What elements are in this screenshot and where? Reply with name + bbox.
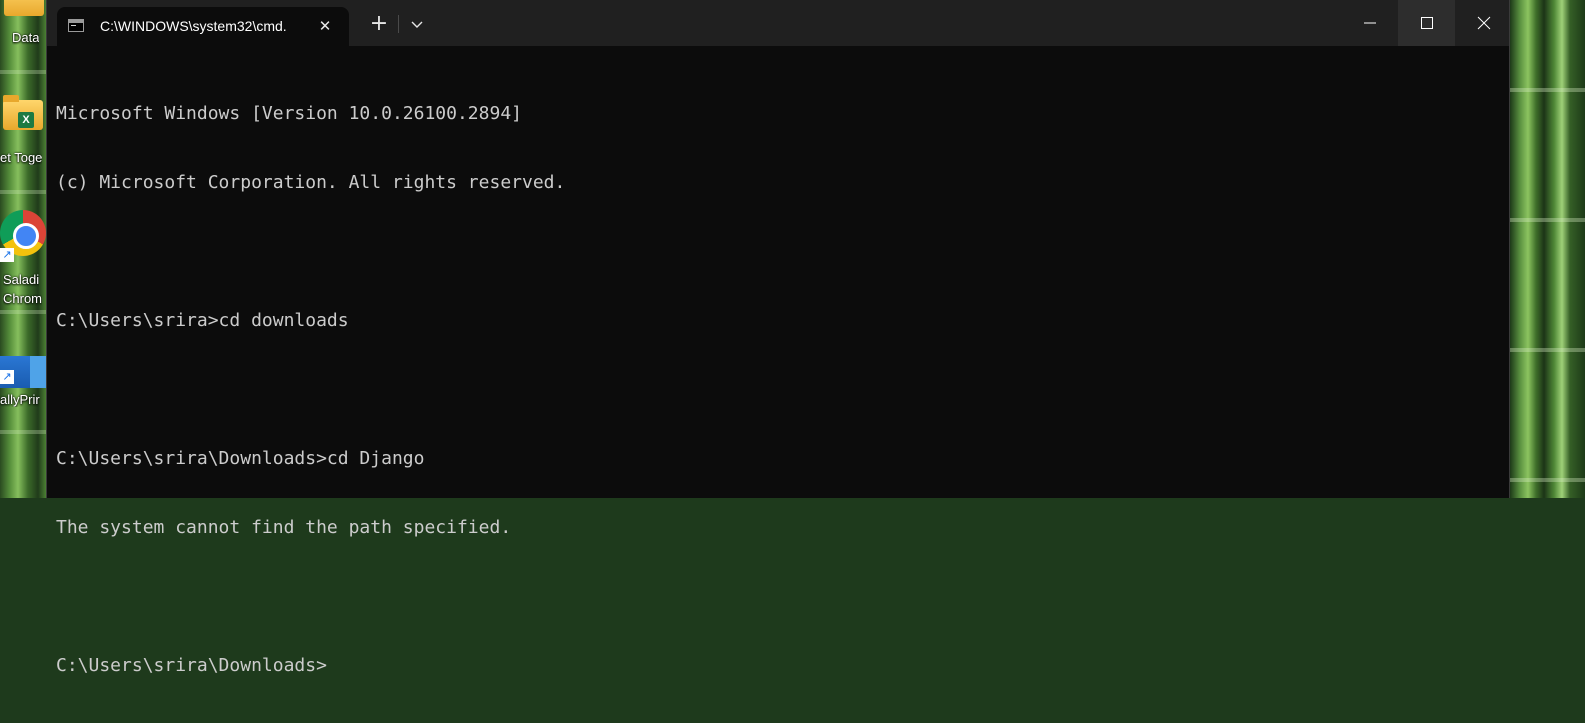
chevron-down-icon bbox=[411, 21, 423, 28]
desktop-icon-label: et Toge bbox=[0, 150, 43, 165]
cmd-icon bbox=[68, 19, 84, 32]
desktop-icon-label: Saladi bbox=[3, 272, 40, 287]
desktop-icon-chrome[interactable]: ↗ Saladi Chrom bbox=[0, 205, 46, 315]
maximize-icon bbox=[1421, 17, 1433, 29]
minimize-button[interactable] bbox=[1341, 0, 1398, 46]
wallpaper-right bbox=[1510, 0, 1585, 498]
desktop-icon-label: Data bbox=[12, 30, 40, 45]
divider bbox=[398, 15, 399, 33]
maximize-button[interactable] bbox=[1398, 0, 1455, 46]
console-output[interactable]: Microsoft Windows [Version 10.0.26100.28… bbox=[56, 56, 1496, 676]
tab-title: C:\WINDOWS\system32\cmd. bbox=[100, 18, 287, 34]
console-line: (c) Microsoft Corporation. All rights re… bbox=[56, 172, 566, 193]
tab-dropdown-button[interactable] bbox=[405, 12, 429, 36]
desktop-icon-tallyprime[interactable]: ↗ allyPrir bbox=[0, 328, 46, 418]
shortcut-arrow-icon: ↗ bbox=[0, 370, 14, 384]
folder-icon bbox=[4, 0, 44, 16]
console-prompt[interactable]: C:\Users\srira\Downloads> bbox=[56, 654, 1496, 677]
desktop-icon-label-2: Chrom bbox=[3, 291, 43, 306]
desktop-icon-excel-folder[interactable]: X et Toge bbox=[0, 90, 46, 170]
close-icon bbox=[1477, 16, 1491, 30]
tab-close-button[interactable]: ✕ bbox=[315, 16, 335, 36]
tab-cmd[interactable]: C:\WINDOWS\system32\cmd. ✕ bbox=[57, 7, 349, 46]
new-tab-button[interactable]: + bbox=[367, 12, 391, 36]
console-line: The system cannot find the path specifie… bbox=[56, 517, 512, 538]
console-line: Microsoft Windows [Version 10.0.26100.28… bbox=[56, 103, 522, 124]
console-line: C:\Users\srira>cd downloads bbox=[56, 310, 349, 331]
title-bar[interactable]: C:\WINDOWS\system32\cmd. ✕ + bbox=[47, 0, 1509, 46]
minimize-icon bbox=[1364, 22, 1376, 24]
close-button[interactable] bbox=[1455, 0, 1512, 46]
shortcut-arrow-icon: ↗ bbox=[0, 248, 14, 262]
console-line: C:\Users\srira\Downloads>cd Django bbox=[56, 448, 425, 469]
desktop-icon-label: allyPrir bbox=[0, 392, 40, 407]
terminal-window[interactable]: C:\WINDOWS\system32\cmd. ✕ + Microsoft W… bbox=[46, 0, 1510, 676]
desktop-icon-data[interactable]: Data bbox=[0, 0, 46, 50]
excel-badge-icon: X bbox=[18, 112, 34, 128]
